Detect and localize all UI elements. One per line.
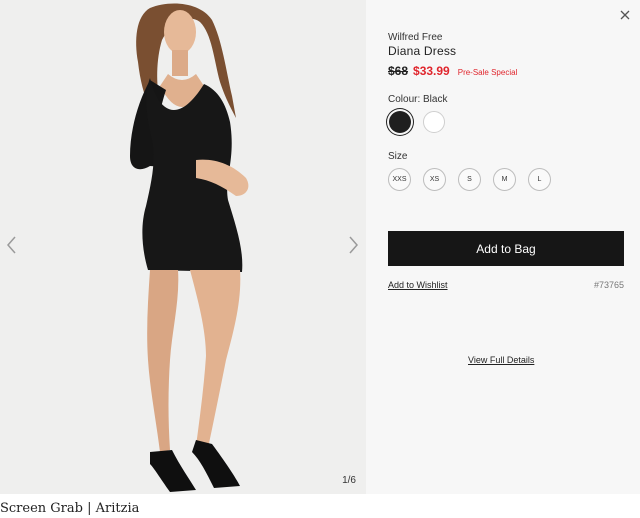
image-gallery: 1/6 (0, 0, 366, 494)
view-full-details-link[interactable]: View Full Details (468, 355, 534, 365)
close-icon (620, 10, 630, 20)
next-image-button[interactable] (344, 234, 362, 256)
size-option-s[interactable]: S (458, 168, 481, 191)
original-price: $68 (388, 64, 409, 78)
size-option-m[interactable]: M (493, 168, 516, 191)
colour-label: Colour: Black (388, 94, 448, 105)
quick-view-modal: 1/6 Wilfred Free Diana Dress $68 $33.99 … (0, 0, 640, 494)
chevron-left-icon (7, 236, 16, 254)
size-option-l[interactable]: L (528, 168, 551, 191)
sale-label: Pre-Sale Special (457, 68, 518, 77)
close-button[interactable] (618, 8, 632, 22)
image-caption: Screen Grab | Aritzia (0, 501, 140, 516)
size-option-xxs[interactable]: XXS (388, 168, 411, 191)
add-to-bag-button[interactable]: Add to Bag (388, 231, 624, 266)
colour-swatch-white[interactable] (423, 111, 445, 133)
chevron-right-icon (349, 236, 358, 254)
size-selector: XXS XS S M L (388, 168, 551, 191)
colour-swatch-black[interactable] (389, 111, 411, 133)
colour-swatches (388, 110, 446, 134)
add-to-wishlist-link[interactable]: Add to Wishlist (388, 280, 448, 290)
sale-price: $33.99 (413, 64, 450, 78)
size-option-xs[interactable]: XS (423, 168, 446, 191)
size-label: Size (388, 151, 408, 162)
product-brand: Wilfred Free (388, 32, 443, 43)
product-photo (0, 0, 366, 494)
product-sku: #73765 (593, 280, 624, 290)
image-counter: 1/6 (342, 475, 356, 486)
previous-image-button[interactable] (3, 234, 21, 256)
price-row: $68 $33.99 Pre-Sale Special (388, 64, 517, 78)
product-name: Diana Dress (388, 44, 457, 58)
product-details-panel: Wilfred Free Diana Dress $68 $33.99 Pre-… (366, 0, 640, 494)
